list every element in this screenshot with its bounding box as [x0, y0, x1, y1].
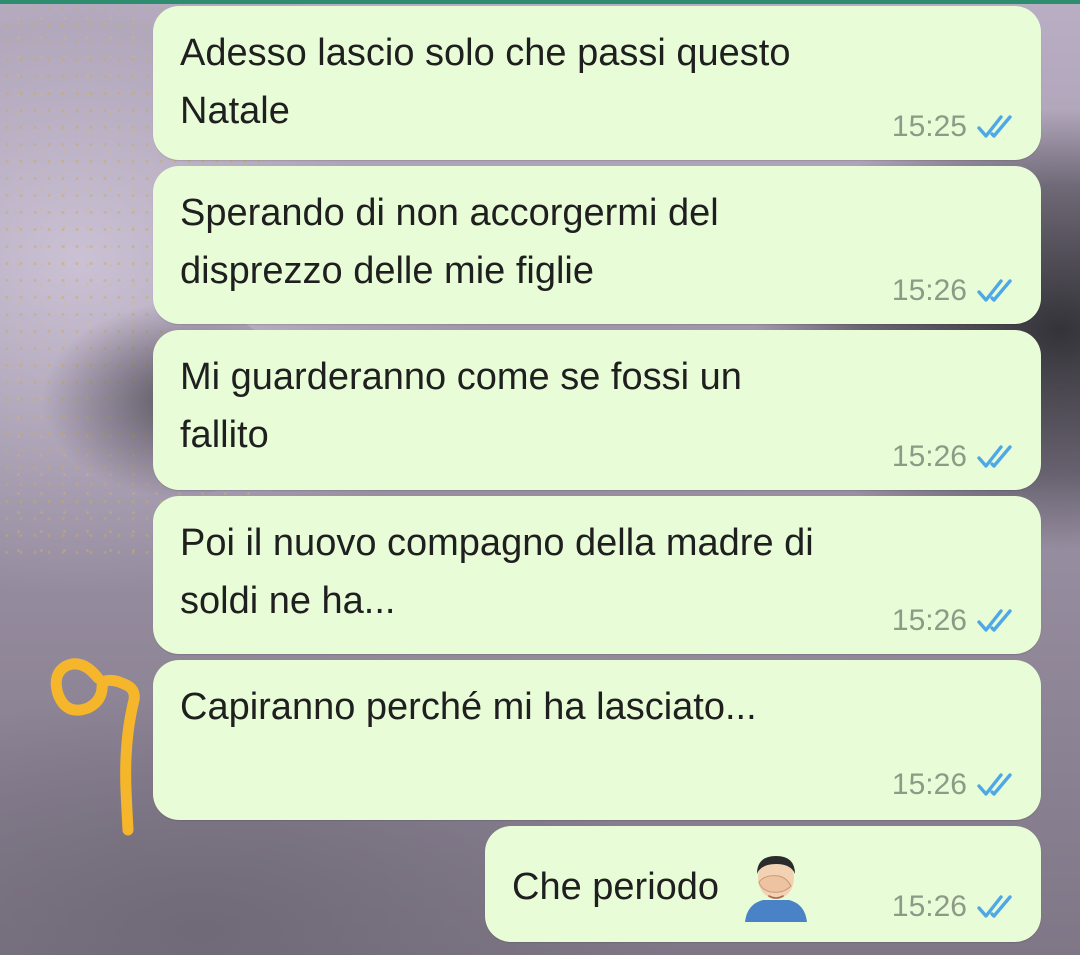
message-text: Sperando di non accorgermi del disprezzo… — [180, 192, 719, 292]
message-bubble[interactable]: Adesso lascio solo che passi questo Nata… — [153, 6, 1041, 160]
header-edge — [0, 0, 1080, 4]
message-time: 15:26 — [891, 768, 967, 801]
message-content: Che periodo — [512, 852, 813, 922]
message-text: Mi guarderanno come se fossi un fallito — [180, 356, 742, 456]
message-time: 15:26 — [891, 440, 967, 473]
message-text: Poi il nuovo compagno della madre di sol… — [180, 522, 814, 622]
message-text: Adesso lascio solo che passi questo Nata… — [180, 32, 791, 132]
double-check-icon — [977, 279, 1012, 302]
message-meta: 15:26 — [892, 768, 1017, 802]
message-text: Capiranno perché mi ha lasciato... — [180, 686, 757, 728]
message-bubble[interactable]: Che periodo 15:26 — [485, 826, 1041, 942]
message-meta: 15:26 — [892, 440, 1017, 474]
message-time: 15:26 — [891, 604, 967, 637]
message-meta: 15:26 — [892, 890, 1017, 924]
message-meta: 15:26 — [892, 274, 1017, 308]
message-time: 15:25 — [891, 110, 967, 143]
handwritten-9-annotation — [50, 658, 140, 836]
message-bubble[interactable]: Mi guarderanno come se fossi un fallito … — [153, 330, 1041, 490]
double-check-icon — [977, 609, 1012, 632]
man-facepalming-icon — [745, 856, 808, 922]
message-bubble[interactable]: Capiranno perché mi ha lasciato... 15:26 — [153, 660, 1041, 820]
message-meta: 15:25 — [892, 110, 1017, 144]
message-time: 15:26 — [891, 890, 967, 923]
message-bubble[interactable]: Poi il nuovo compagno della madre di sol… — [153, 496, 1041, 654]
message-time: 15:26 — [891, 274, 967, 307]
message-text: Che periodo — [512, 866, 720, 908]
message-meta: 15:26 — [892, 604, 1017, 638]
double-check-icon — [977, 445, 1012, 468]
double-check-icon — [977, 773, 1012, 796]
double-check-icon — [977, 115, 1012, 138]
message-bubble[interactable]: Sperando di non accorgermi del disprezzo… — [153, 166, 1041, 324]
double-check-icon — [977, 895, 1012, 918]
